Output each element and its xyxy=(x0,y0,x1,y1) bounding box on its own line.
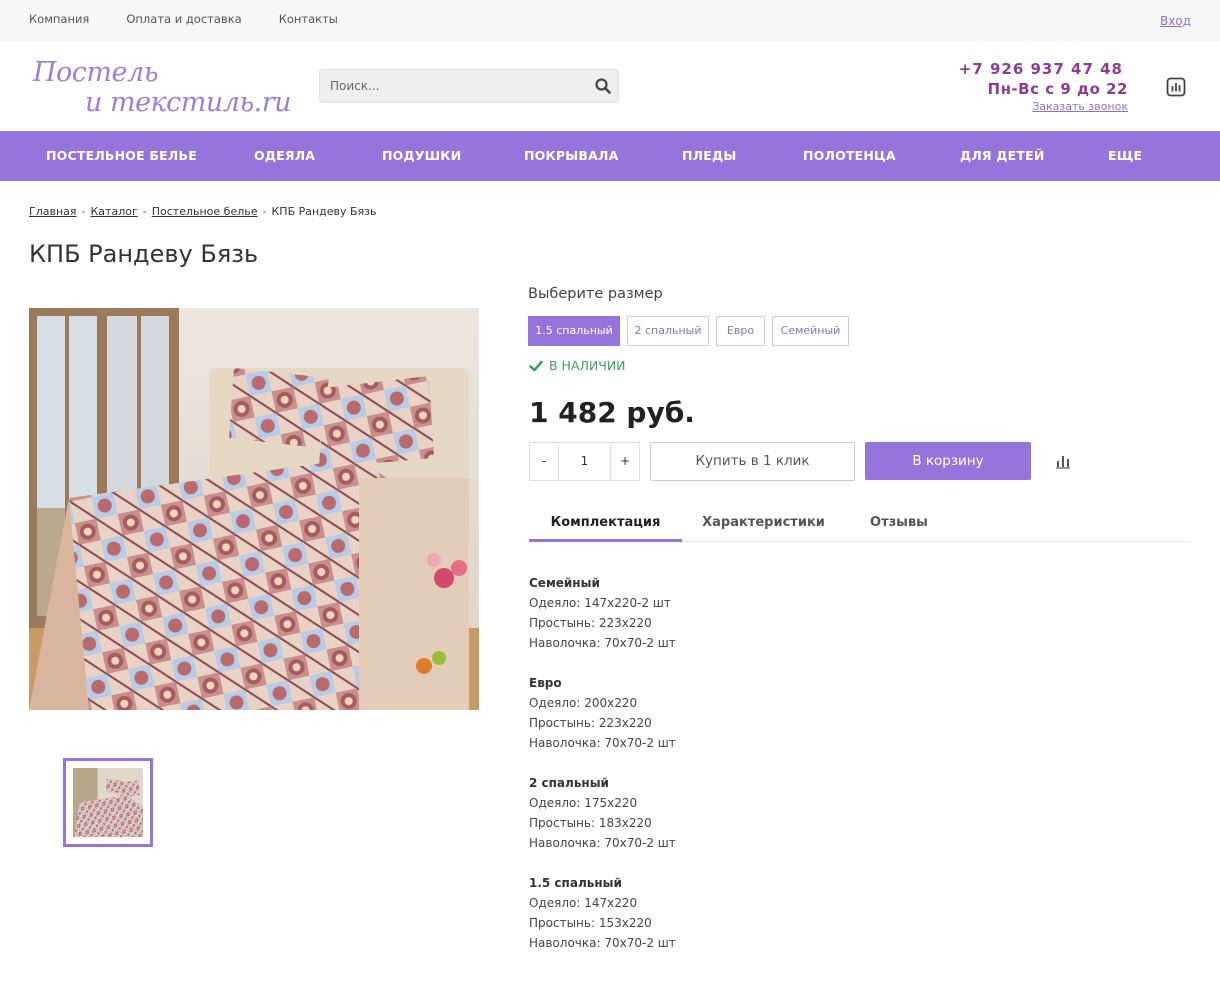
search-box xyxy=(319,69,619,103)
nav-item-kids[interactable]: ДЛЯ ДЕТЕЙ xyxy=(960,131,1045,181)
spec-group-title: Семейный xyxy=(529,576,600,590)
spec-group: 2 спальный Одеяло: 175x220 Простынь: 183… xyxy=(529,773,676,853)
top-links: Компания Оплата и доставка Контакты xyxy=(29,12,375,26)
breadcrumb-home[interactable]: Главная xyxy=(29,205,77,218)
main-nav: ПОСТЕЛЬНОЕ БЕЛЬЕ ОДЕЯЛА ПОДУШКИ ПОКРЫВАЛ… xyxy=(0,131,1220,181)
logo-line-1: Постель xyxy=(33,57,158,88)
search-input[interactable] xyxy=(320,70,580,102)
breadcrumb-bedding[interactable]: Постельное белье xyxy=(152,205,258,218)
size-selector-label: Выберите размер xyxy=(528,286,663,302)
spec-group-title: 2 спальный xyxy=(529,776,609,790)
nav-item-bedding[interactable]: ПОСТЕЛЬНОЕ БЕЛЬЕ xyxy=(46,131,197,181)
spec-line: Одеяло: 175x220 xyxy=(529,796,638,810)
top-link-company[interactable]: Компания xyxy=(29,12,89,26)
nav-item-pillows[interactable]: ПОДУШКИ xyxy=(382,131,461,181)
spec-line: Наволочка: 70x70-2 шт xyxy=(529,736,676,750)
product-thumbnail[interactable] xyxy=(63,758,153,847)
spec-line: Одеяло: 147x220 xyxy=(529,896,638,910)
spec-group: Евро Одеяло: 200x220 Простынь: 223x220 Н… xyxy=(529,673,676,753)
stock-status: В НАЛИЧИИ xyxy=(529,358,626,373)
spec-line: Простынь: 153x220 xyxy=(529,916,652,930)
spec-line: Наволочка: 70x70-2 шт xyxy=(529,636,676,650)
size-selector: 1.5 спальный 2 спальный Евро Семейный xyxy=(528,316,856,346)
tab-characteristics[interactable]: Характеристики xyxy=(692,505,835,542)
bar-chart-icon[interactable] xyxy=(1055,453,1071,469)
spec-line: Простынь: 223x220 xyxy=(529,616,652,630)
spec-line: Одеяло: 147x220-2 шт xyxy=(529,596,671,610)
size-option-euro[interactable]: Евро xyxy=(716,316,765,346)
tab-equipment[interactable]: Комплектация xyxy=(529,505,682,542)
top-bar: Компания Оплата и доставка Контакты Вход xyxy=(0,0,1220,41)
spec-group-title: 1.5 спальный xyxy=(529,876,622,890)
nav-item-bedspreads[interactable]: ПОКРЫВАЛА xyxy=(524,131,618,181)
quantity-stepper: - 1 + xyxy=(529,442,640,481)
breadcrumb-catalog[interactable]: Каталог xyxy=(91,205,138,218)
breadcrumb-separator: - xyxy=(81,205,86,218)
nav-item-plaids[interactable]: ПЛЕДЫ xyxy=(682,131,736,181)
stock-label: В НАЛИЧИИ xyxy=(549,358,626,373)
search-icon[interactable] xyxy=(594,77,612,95)
breadcrumb: Главная - Каталог - Постельное белье - КПБ Ран… xyxy=(29,205,377,218)
equipment-spec: Семейный Одеяло: 147x220-2 шт Простынь: … xyxy=(529,573,676,973)
spec-line: Наволочка: 70x70-2 шт xyxy=(529,936,676,950)
spec-line: Простынь: 183x220 xyxy=(529,816,652,830)
product-image[interactable] xyxy=(29,308,479,710)
check-icon xyxy=(529,359,543,373)
size-option-2[interactable]: 2 спальный xyxy=(627,316,709,346)
top-link-payment-delivery[interactable]: Оплата и доставка xyxy=(126,12,241,26)
spec-group: Семейный Одеяло: 147x220-2 шт Простынь: … xyxy=(529,573,676,653)
size-option-1-5[interactable]: 1.5 спальный xyxy=(528,316,620,346)
spec-line: Простынь: 223x220 xyxy=(529,716,652,730)
quantity-input[interactable]: 1 xyxy=(559,443,610,480)
size-option-family[interactable]: Семейный xyxy=(772,316,849,346)
spec-line: Наволочка: 70x70-2 шт xyxy=(529,836,676,850)
working-hours: Пн-Вс с 9 до 22 xyxy=(987,80,1128,98)
nav-item-more[interactable]: ЕЩЕ xyxy=(1108,131,1142,181)
quantity-decrease-button[interactable]: - xyxy=(530,443,559,480)
tab-reviews[interactable]: Отзывы xyxy=(859,505,939,542)
spec-line: Одеяло: 200x220 xyxy=(529,696,638,710)
compare-icon[interactable] xyxy=(1166,77,1186,97)
site-logo[interactable]: Постель и текстиль.ru xyxy=(29,55,299,123)
spec-group-title: Евро xyxy=(529,676,562,690)
breadcrumb-separator: - xyxy=(262,205,267,218)
top-link-contacts[interactable]: Контакты xyxy=(279,12,338,26)
breadcrumb-current: КПБ Рандеву Бязь xyxy=(271,205,377,218)
quantity-increase-button[interactable]: + xyxy=(610,443,639,480)
product-price: 1 482 руб. xyxy=(529,396,695,429)
login-link[interactable]: Вход xyxy=(1160,14,1191,28)
add-to-cart-button[interactable]: В корзину xyxy=(865,442,1031,480)
page-title: КПБ Рандеву Бязь xyxy=(29,240,259,268)
nav-item-towels[interactable]: ПОЛОТЕНЦА xyxy=(803,131,896,181)
callback-link[interactable]: Заказать звонок xyxy=(1032,100,1128,113)
nav-item-blankets[interactable]: ОДЕЯЛА xyxy=(254,131,315,181)
product-tabs: Комплектация Характеристики Отзывы xyxy=(529,505,1191,542)
buy-one-click-button[interactable]: Купить в 1 клик xyxy=(650,442,855,481)
spec-group: 1.5 спальный Одеяло: 147x220 Простынь: 1… xyxy=(529,873,676,953)
phone-number[interactable]: +7 926 937 47 48 xyxy=(959,60,1123,78)
breadcrumb-separator: - xyxy=(142,205,147,218)
logo-line-2: и текстиль.ru xyxy=(85,87,292,118)
